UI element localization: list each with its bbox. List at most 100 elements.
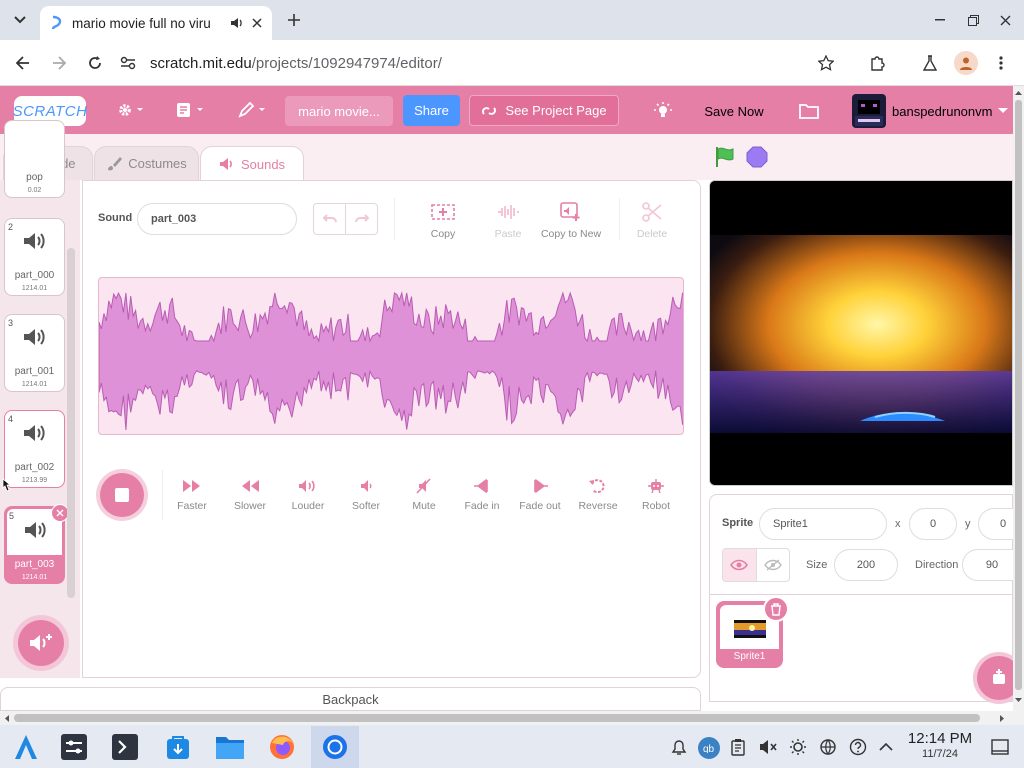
new-tab-icon[interactable] [282, 8, 306, 32]
sprite-label: Sprite [722, 517, 754, 529]
sound-item-part-001[interactable]: 3 part_001 1214.01 [4, 314, 65, 392]
copy-button[interactable]: Copy [418, 202, 468, 240]
minimize-icon[interactable] [930, 8, 950, 32]
extensions-icon[interactable] [866, 52, 888, 74]
taskbar-clock[interactable]: 12:14 PM 11/7/24 [900, 730, 980, 760]
stage-canvas[interactable] [709, 180, 1013, 486]
file-manager-app-icon[interactable] [212, 728, 248, 766]
chrome-app-icon[interactable] [311, 726, 359, 768]
save-now-button[interactable]: Save Now [700, 96, 768, 126]
site-settings-icon[interactable] [120, 56, 136, 70]
settings-app-icon[interactable] [56, 728, 92, 766]
undo-icon[interactable] [314, 204, 346, 234]
back-icon[interactable] [12, 52, 34, 74]
x-field[interactable]: 0 [909, 508, 957, 540]
share-button[interactable]: Share [403, 95, 460, 126]
sound-number: 4 [8, 414, 14, 424]
effect-label: Reverse [578, 500, 618, 512]
forward-icon[interactable] [48, 52, 70, 74]
page-horizontal-scrollbar[interactable] [0, 711, 1024, 725]
reload-icon[interactable] [84, 52, 106, 74]
delete-sprite-trash-icon[interactable] [763, 596, 789, 622]
waveform-display[interactable] [98, 277, 684, 435]
sound-name: part_000 [14, 270, 55, 281]
y-label: y [965, 518, 971, 530]
toolbar-divider [619, 198, 620, 240]
green-flag-icon[interactable] [713, 146, 737, 168]
store-app-icon[interactable] [160, 728, 196, 766]
svg-text:qb: qb [703, 744, 715, 753]
sound-name-field[interactable]: part_003 [137, 203, 297, 235]
help-tray-icon[interactable] [848, 737, 868, 757]
sprite-name-field[interactable]: Sprite1 [759, 508, 887, 540]
see-project-page-label: See Project Page [505, 103, 607, 118]
sound-list-scrollbar[interactable] [67, 248, 75, 598]
url-field[interactable]: scratch.mit.edu/projects/1092947974/edit… [120, 47, 840, 79]
alarm-tray-icon[interactable] [669, 737, 689, 757]
terminal-app-icon[interactable] [107, 728, 143, 766]
scratch-favicon-icon [50, 15, 64, 31]
page-vertical-scroll-thumb[interactable] [1015, 100, 1022, 690]
effect-slower-button[interactable]: Slower [221, 478, 279, 512]
sound-item-part-000[interactable]: 2 part_000 1214.01 [4, 218, 65, 296]
see-project-page-button[interactable]: See Project Page [469, 95, 619, 126]
qbittorrent-tray-icon[interactable]: qb [698, 737, 720, 759]
stop-button[interactable] [100, 473, 144, 517]
page-vertical-scrollbar[interactable] [1013, 86, 1024, 712]
tab-costumes[interactable]: Costumes [94, 146, 199, 180]
firefox-app-icon[interactable] [264, 728, 300, 766]
tray-expand-chevron-icon[interactable] [876, 737, 896, 757]
account-menu[interactable]: banspedrunonvm [892, 96, 1010, 126]
bookmark-star-icon[interactable] [815, 52, 837, 74]
size-field[interactable]: 200 [834, 549, 898, 581]
sound-list: pop 0.02 2 part_000 1214.01 3 part_001 1… [0, 120, 80, 678]
start-menu-icon[interactable] [8, 728, 44, 766]
tab-title: mario movie full no viru [72, 15, 211, 31]
profile-avatar-icon[interactable] [954, 51, 978, 75]
my-stuff-folder-icon[interactable] [795, 96, 823, 126]
tab-search-chevron-icon[interactable] [8, 8, 32, 32]
volume-muted-tray-icon[interactable] [758, 737, 778, 757]
settings-gear-icon[interactable] [114, 95, 148, 125]
hide-eye-icon[interactable] [755, 549, 790, 581]
effect-fade-out-button[interactable]: Fade out [511, 478, 569, 512]
effect-softer-button[interactable]: Softer [337, 478, 395, 512]
effect-mute-button[interactable]: Mute [395, 478, 453, 512]
clipboard-tray-icon[interactable] [728, 737, 748, 757]
copy-to-new-icon [560, 202, 582, 222]
add-sound-button[interactable] [18, 620, 64, 666]
browser-tab[interactable]: mario movie full no viru [40, 6, 272, 40]
project-title-field[interactable]: mario movie... [285, 96, 393, 126]
tab-sounds[interactable]: Sounds [200, 146, 304, 181]
tutorials-lightbulb-icon[interactable] [650, 96, 676, 126]
delete-button[interactable]: Delete [627, 202, 677, 240]
backpack-bar[interactable]: Backpack [0, 687, 701, 711]
brightness-tray-icon[interactable] [788, 737, 808, 757]
tab-close-icon[interactable] [252, 18, 262, 28]
redo-icon[interactable] [346, 204, 377, 234]
network-tray-icon[interactable] [818, 737, 838, 757]
labs-flask-icon[interactable] [919, 52, 941, 74]
effect-fade-in-button[interactable]: Fade in [453, 478, 511, 512]
show-desktop-icon[interactable] [990, 737, 1010, 757]
speaker-icon [219, 157, 235, 171]
effect-faster-button[interactable]: Faster [163, 478, 221, 512]
file-menu-icon[interactable] [174, 95, 208, 125]
page-horizontal-scroll-thumb[interactable] [14, 714, 980, 722]
sound-item-part-002[interactable]: 4 part_002 1213.99 [4, 410, 65, 488]
browser-menu-icon[interactable] [992, 52, 1010, 74]
copy-to-new-button[interactable]: Copy to New [538, 202, 604, 240]
restore-icon[interactable] [963, 8, 983, 32]
user-avatar[interactable] [852, 94, 886, 128]
paste-button[interactable]: Paste [483, 202, 533, 240]
tab-audio-icon[interactable] [230, 17, 244, 29]
stop-sign-icon[interactable] [746, 146, 768, 168]
effect-reverse-button[interactable]: Reverse [569, 478, 627, 512]
effect-robot-button[interactable]: Robot [627, 478, 685, 512]
effect-label: Mute [412, 500, 436, 512]
effect-louder-button[interactable]: Louder [279, 478, 337, 512]
show-eye-icon[interactable] [723, 549, 756, 581]
sound-item-pop[interactable]: pop 0.02 [4, 120, 65, 198]
edit-menu-icon[interactable] [236, 95, 270, 125]
close-window-icon[interactable] [995, 8, 1015, 32]
